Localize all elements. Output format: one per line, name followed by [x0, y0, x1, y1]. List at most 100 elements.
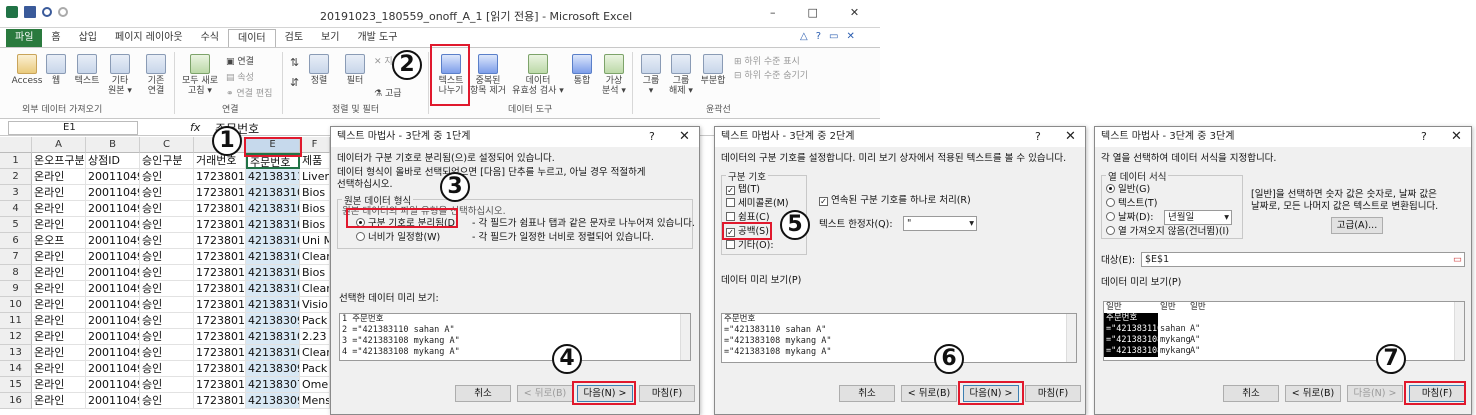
cell-c[interactable]: 승인 [140, 329, 194, 345]
redo-icon[interactable] [58, 7, 68, 17]
tab-home[interactable]: 홈 [42, 29, 69, 47]
cell-d[interactable]: 17238012 [194, 201, 246, 217]
row-header[interactable]: 12 [0, 329, 32, 345]
preview-column-header[interactable]: 일반 [1104, 302, 1158, 313]
consolidate-button[interactable]: 통합 [570, 54, 594, 86]
data-preview[interactable]: 일반 일반 일반 주문번호 ="421383110 sahan A" ="4213831… [1103, 301, 1465, 361]
text-to-columns-button[interactable]: 텍스트 나누기 [434, 54, 468, 96]
cell-d[interactable]: 17238012 [194, 265, 246, 281]
text-option[interactable]: 텍스트(T) [1106, 198, 1157, 210]
help-button[interactable]: ? [1035, 130, 1041, 143]
cell-f[interactable]: Ome [300, 377, 330, 393]
row-header[interactable]: 10 [0, 297, 32, 313]
close-button[interactable]: ✕ [1065, 129, 1076, 144]
cell-f[interactable]: 2.23 [300, 329, 330, 345]
preview-column-header[interactable]: 일반 [1188, 302, 1218, 313]
cell-a[interactable]: 온라인 [32, 361, 86, 377]
row-header[interactable]: 16 [0, 393, 32, 409]
cell-f[interactable]: Bios [300, 265, 330, 281]
cell-e[interactable]: 42138309 [246, 313, 300, 329]
cell-e[interactable]: 주문번호 [246, 153, 300, 169]
cell-a[interactable]: 온라인 [32, 185, 86, 201]
row-header[interactable]: 5 [0, 217, 32, 233]
row-header[interactable]: 1 [0, 153, 32, 169]
cell-e[interactable]: 42138310 [246, 345, 300, 361]
hide-detail-button[interactable]: ⊟ 하위 수준 숨기기 [734, 68, 808, 81]
row-header[interactable]: 8 [0, 265, 32, 281]
existing-connections-button[interactable]: 기존 연결 [142, 54, 170, 96]
cell-d[interactable]: 17238012 [194, 345, 246, 361]
cell-c[interactable]: 승인 [140, 233, 194, 249]
cell-d[interactable]: 17238012 [194, 377, 246, 393]
cell-b[interactable]: 200110495 [86, 169, 140, 185]
cell-c[interactable]: 승인 [140, 185, 194, 201]
remove-duplicates-button[interactable]: 중복된 항목 제거 [470, 54, 506, 96]
cell-c[interactable]: 승인 [140, 265, 194, 281]
show-detail-button[interactable]: ⊞ 하위 수준 표시 [734, 54, 800, 67]
column-header-e[interactable]: E [246, 137, 300, 153]
next-button[interactable]: 다음(N) > [1347, 385, 1403, 402]
cell-d[interactable]: 17238012 [194, 297, 246, 313]
comma-checkbox[interactable]: 쉼표(C) [726, 212, 770, 224]
what-if-button[interactable]: 가상 분석 ▾ [600, 54, 628, 96]
qualifier-select[interactable]: " ▾ [903, 216, 977, 231]
cell-a[interactable]: 온라인 [32, 345, 86, 361]
column-header-c[interactable]: C [140, 137, 194, 153]
destination-input[interactable]: $E$1 ▭ [1141, 252, 1465, 267]
finish-button[interactable]: 마침(F) [1025, 385, 1081, 402]
cell-e[interactable]: 42138310 [246, 281, 300, 297]
cell-a[interactable]: 온라인 [32, 393, 86, 409]
cell-f[interactable]: Visio [300, 297, 330, 313]
data-preview[interactable]: 주문번호 ="421383110 sahan A" ="421383108 my… [721, 313, 1077, 363]
row-header[interactable]: 13 [0, 345, 32, 361]
cell-b[interactable]: 200110495 [86, 249, 140, 265]
tab-developer[interactable]: 개발 도구 [348, 29, 406, 47]
from-access-button[interactable]: Access [10, 54, 44, 86]
cell-e[interactable]: 42138309 [246, 393, 300, 409]
cell-d[interactable]: 17238012 [194, 361, 246, 377]
select-all-corner[interactable] [0, 137, 32, 153]
row-header[interactable]: 7 [0, 249, 32, 265]
skip-column-option[interactable]: 열 가져오지 않음(건너뜀)(I) [1106, 226, 1229, 238]
cell-a[interactable]: 온오프구분 [32, 153, 86, 169]
refresh-all-button[interactable]: 모두 새로 고침 ▾ [178, 54, 222, 96]
row-header[interactable]: 3 [0, 185, 32, 201]
cell-b[interactable]: 200110495 [86, 233, 140, 249]
help-button[interactable]: ? [649, 130, 655, 143]
row-header[interactable]: 6 [0, 233, 32, 249]
cancel-button[interactable]: 취소 [455, 385, 511, 402]
cell-f[interactable]: Mens Fom 5430-17**: [300, 393, 330, 409]
row-header[interactable]: 14 [0, 361, 32, 377]
cell-c[interactable]: 승인 [140, 217, 194, 233]
space-checkbox[interactable]: ✓ 공백(S) [726, 226, 769, 238]
date-format-select[interactable]: 년월일 ▾ [1164, 210, 1232, 225]
tab-checkbox[interactable]: ✓ 탭(T) [726, 184, 760, 196]
cell-c[interactable]: 승인 [140, 201, 194, 217]
cell-b[interactable]: 200110495 [86, 377, 140, 393]
cell-e[interactable]: 42138310 [246, 265, 300, 281]
cell-f[interactable]: Clear [300, 249, 330, 265]
cell-b[interactable]: 200110495 [86, 313, 140, 329]
tab-page-layout[interactable]: 페이지 레이아웃 [106, 29, 192, 47]
cell-e[interactable]: 42138311 [246, 169, 300, 185]
from-web-button[interactable]: 웹 [46, 54, 66, 86]
cell-c[interactable]: 승인 [140, 393, 194, 409]
cell-e[interactable]: 42138310 [246, 233, 300, 249]
data-preview[interactable]: 1 주문번호 2 ="421383110 sahan A" 3 ="421383… [339, 313, 691, 361]
next-button[interactable]: 다음(N) > [963, 385, 1019, 402]
cell-d[interactable]: 17238012 [194, 329, 246, 345]
cell-d[interactable]: 17238012 [194, 313, 246, 329]
next-button[interactable]: 다음(N) > [577, 385, 633, 402]
cell-b[interactable]: 200110495 [86, 361, 140, 377]
fixed-width-option[interactable]: 너비가 일정함(W) [356, 232, 440, 244]
minimize-ribbon-icon[interactable]: △ [800, 31, 808, 42]
cell-c[interactable]: 승인 [140, 281, 194, 297]
cell-a[interactable]: 온라인 [32, 329, 86, 345]
cell-d[interactable]: 17238012 [194, 233, 246, 249]
save-icon[interactable] [24, 6, 36, 18]
cell-d[interactable]: 17238012 [194, 281, 246, 297]
cell-f[interactable]: Pack [300, 313, 330, 329]
cell-f[interactable]: Bios [300, 217, 330, 233]
maximize-button[interactable]: □ [808, 6, 818, 19]
cell-d[interactable]: 17238012 [194, 169, 246, 185]
